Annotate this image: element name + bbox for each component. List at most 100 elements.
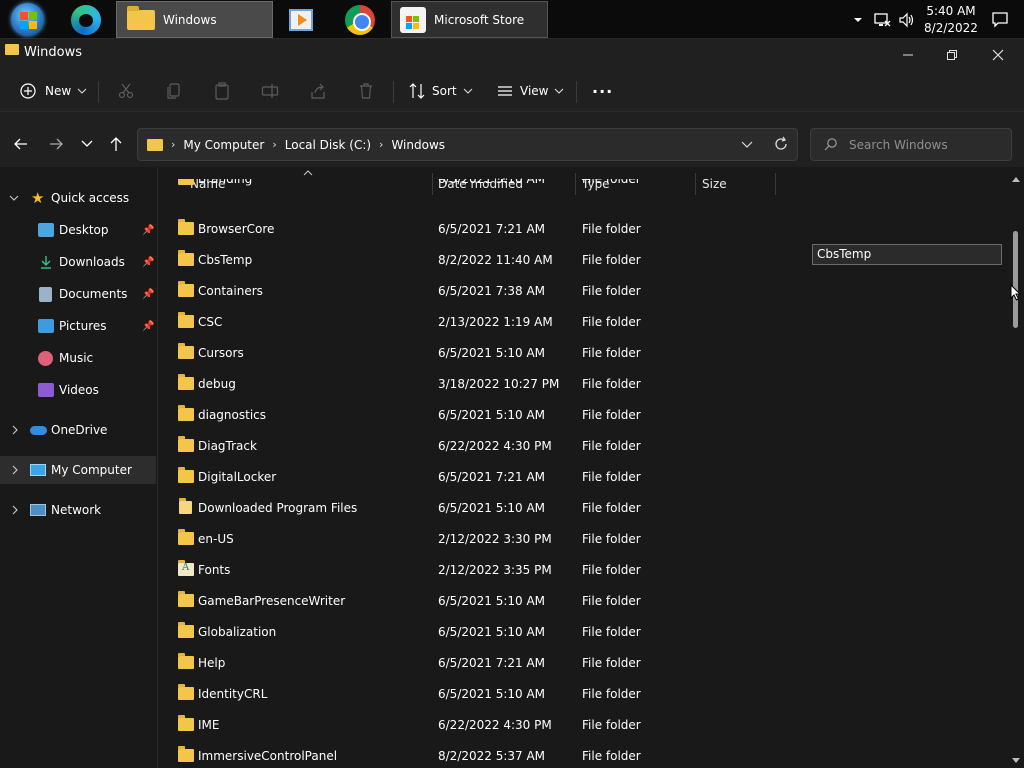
more-icon: ··· bbox=[592, 81, 614, 101]
sidebar-item-downloads[interactable]: Downloads 📌 bbox=[0, 248, 156, 276]
refresh-button[interactable] bbox=[773, 136, 789, 155]
scroll-down-icon[interactable] bbox=[1011, 757, 1021, 765]
explorer-taskbar-button[interactable]: Windows bbox=[116, 1, 273, 38]
chrome-taskbar-button[interactable] bbox=[343, 1, 377, 38]
restore-icon bbox=[947, 50, 957, 60]
sidebar-item-pictures[interactable]: Pictures 📌 bbox=[0, 312, 156, 340]
rename-button[interactable] bbox=[261, 77, 279, 105]
more-options-button[interactable]: ··· bbox=[592, 77, 613, 105]
table-row[interactable]: GameBarPresenceWriter 6/5/2021 5:10 AM Fil… bbox=[159, 585, 799, 616]
chevron-right-icon bbox=[12, 505, 18, 515]
sidebar-item-documents[interactable]: Documents 📌 bbox=[0, 280, 156, 308]
sort-button[interactable]: Sort bbox=[408, 77, 473, 105]
file-type: File folder bbox=[582, 469, 641, 484]
breadcrumb-windows[interactable]: Windows bbox=[391, 138, 445, 152]
table-row[interactable]: diagnostics 6/5/2021 5:10 AM File folder bbox=[159, 399, 799, 430]
file-date-modified: 6/5/2021 5:10 AM bbox=[438, 407, 546, 422]
edge-taskbar-button[interactable] bbox=[66, 1, 106, 38]
view-button[interactable]: View bbox=[496, 77, 564, 105]
new-button[interactable]: New bbox=[19, 77, 87, 105]
delete-button[interactable] bbox=[357, 77, 375, 105]
sidebar-item-my-computer[interactable]: My Computer bbox=[0, 456, 156, 484]
breadcrumb-local-disk[interactable]: Local Disk (C:) bbox=[285, 138, 371, 152]
back-button[interactable] bbox=[10, 134, 32, 154]
media-player-taskbar-button[interactable] bbox=[286, 1, 316, 38]
maximize-button[interactable] bbox=[930, 42, 974, 68]
download-icon bbox=[41, 256, 51, 269]
close-button[interactable] bbox=[976, 42, 1020, 68]
table-row[interactable]: Containers 6/5/2021 7:38 AM File folder bbox=[159, 275, 799, 306]
table-row[interactable]: IdentityCRL 6/5/2021 5:10 AM File folder bbox=[159, 678, 799, 709]
paste-button[interactable] bbox=[213, 77, 231, 105]
table-row[interactable]: Downloaded Program Files 6/5/2021 5:10 AM… bbox=[159, 492, 799, 523]
table-row[interactable]: Help 6/5/2021 7:21 AM File folder bbox=[159, 647, 799, 678]
taskbar: Windows Microsoft Store 5:40 AM 8/2/2022 bbox=[0, 0, 1024, 39]
tray-overflow-button[interactable] bbox=[852, 0, 864, 39]
search-input[interactable] bbox=[849, 137, 999, 152]
table-row[interactable]: ImmersiveControlPanel 8/2/2022 5:37 AM Fil… bbox=[159, 740, 799, 768]
file-date-modified: 6/5/2021 7:21 AM bbox=[438, 469, 546, 484]
sidebar-item-videos[interactable]: Videos bbox=[0, 376, 156, 404]
sidebar-item-desktop[interactable]: Desktop 📌 bbox=[0, 216, 156, 244]
folder-icon bbox=[178, 343, 194, 359]
sidebar-item-onedrive[interactable]: OneDrive bbox=[0, 416, 156, 444]
address-bar[interactable]: › My Computer › Local Disk (C:) › Window… bbox=[137, 128, 798, 161]
notifications-button[interactable] bbox=[991, 0, 1009, 39]
navigation-pane: ★ Quick access Desktop 📌 Downloads 📌 Doc… bbox=[0, 167, 158, 768]
start-button[interactable] bbox=[6, 1, 48, 38]
sidebar-item-music[interactable]: Music bbox=[0, 344, 156, 372]
sidebar-item-quick-access[interactable]: ★ Quick access bbox=[0, 184, 156, 212]
file-type: File folder bbox=[582, 376, 641, 391]
search-box[interactable] bbox=[810, 128, 1012, 161]
share-button[interactable] bbox=[309, 77, 327, 105]
folder-icon bbox=[178, 684, 194, 700]
computer-icon bbox=[30, 464, 46, 476]
store-taskbar-button[interactable]: Microsoft Store bbox=[391, 1, 548, 38]
sidebar-item-label: Documents bbox=[59, 287, 128, 301]
file-date-modified: 6/5/2021 5:10 AM bbox=[438, 686, 546, 701]
volume-tray-button[interactable] bbox=[898, 0, 916, 39]
table-row[interactable]: BrowserCore 6/5/2021 7:21 AM File folder bbox=[159, 213, 799, 244]
table-row[interactable]: Globalization 6/5/2021 5:10 AM File folder bbox=[159, 616, 799, 647]
table-row[interactable]: Cursors 6/5/2021 5:10 AM File folder bbox=[159, 337, 799, 368]
scroll-up-icon[interactable] bbox=[1011, 175, 1021, 183]
sidebar-item-network[interactable]: Network bbox=[0, 496, 156, 524]
videos-icon bbox=[38, 383, 54, 397]
sidebar-item-label: OneDrive bbox=[51, 423, 108, 437]
file-name: diagnostics bbox=[198, 407, 267, 422]
table-row[interactable]: IME 6/22/2022 4:30 PM File folder bbox=[159, 709, 799, 740]
file-name: en-US bbox=[198, 531, 234, 546]
clock[interactable]: 5:40 AM 8/2/2022 bbox=[924, 3, 978, 37]
file-date-modified: 6/5/2021 5:10 AM bbox=[438, 345, 546, 360]
table-row[interactable]: CSC 2/13/2022 1:19 AM File folder bbox=[159, 306, 799, 337]
file-name: CbsTemp bbox=[198, 252, 253, 267]
table-row[interactable]: Fonts 2/12/2022 3:35 PM File folder bbox=[159, 554, 799, 585]
table-row[interactable]: CbsTemp 8/2/2022 11:40 AM File folder bbox=[159, 244, 799, 275]
file-type: File folder bbox=[582, 686, 641, 701]
store-icon bbox=[400, 6, 426, 33]
up-button[interactable] bbox=[105, 134, 127, 154]
address-history-button[interactable] bbox=[741, 139, 753, 153]
table-row[interactable]: debug 3/18/2022 10:27 PM File folder bbox=[159, 368, 799, 399]
table-row[interactable]: Branding 6/5/2021 5:10 AM File folder bbox=[159, 179, 799, 194]
clock-time: 5:40 AM bbox=[926, 4, 976, 18]
scrollbar-thumb[interactable] bbox=[1013, 231, 1018, 328]
breadcrumb-my-computer[interactable]: My Computer bbox=[183, 138, 264, 152]
arrow-left-icon bbox=[14, 138, 27, 150]
network-tray-button[interactable] bbox=[873, 0, 891, 39]
minimize-button[interactable] bbox=[886, 42, 930, 68]
cut-button[interactable] bbox=[117, 77, 135, 105]
vertical-scrollbar[interactable] bbox=[1010, 175, 1022, 768]
folder-icon bbox=[178, 250, 194, 266]
copy-button[interactable] bbox=[165, 77, 183, 105]
recent-locations-button[interactable] bbox=[76, 134, 98, 154]
arrow-right-icon bbox=[50, 138, 63, 150]
table-row[interactable]: en-US 2/12/2022 3:30 PM File folder bbox=[159, 523, 799, 554]
forward-button[interactable] bbox=[45, 134, 67, 154]
folder-icon bbox=[178, 715, 194, 731]
view-label: View bbox=[520, 84, 549, 98]
table-row[interactable]: DigitalLocker 6/5/2021 7:21 AM File folder bbox=[159, 461, 799, 492]
table-row[interactable]: DiagTrack 6/22/2022 4:30 PM File folder bbox=[159, 430, 799, 461]
arrow-up-icon bbox=[110, 137, 122, 151]
navigation-bar: › My Computer › Local Disk (C:) › Window… bbox=[0, 111, 1024, 167]
